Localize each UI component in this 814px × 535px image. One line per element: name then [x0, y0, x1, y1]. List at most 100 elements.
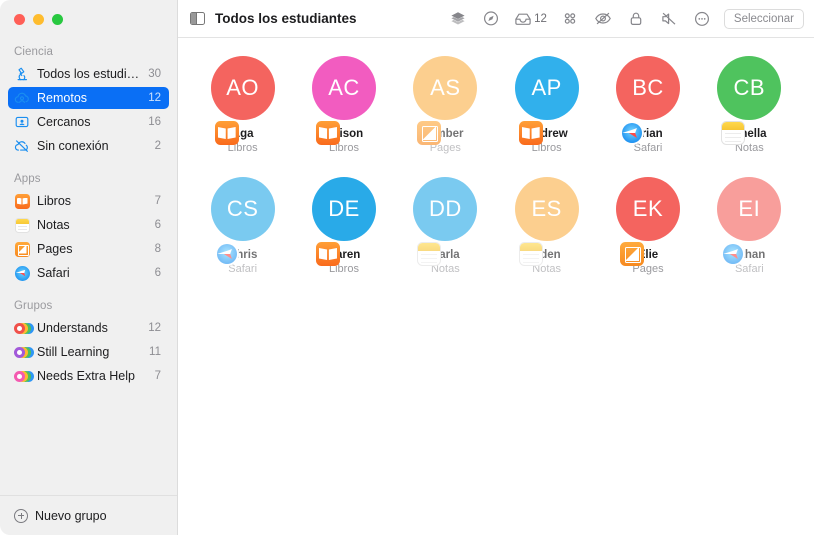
inbox-icon	[514, 10, 532, 28]
select-button[interactable]: Seleccionar	[723, 8, 804, 29]
sidebar-item-todos-los-estudiantes[interactable]: Todos los estudiantes 30	[8, 63, 169, 85]
students-scroll-area[interactable]: AO Aga Libros AC Allison Libros AS Amber Pages AP…	[178, 38, 814, 535]
sidebar-item-pages[interactable]: Pages 8	[8, 238, 169, 260]
sidebar-item-libros[interactable]: Libros 7	[8, 190, 169, 212]
cloud-slash-icon	[14, 138, 30, 154]
group-icon	[14, 368, 34, 384]
lock-button[interactable]	[624, 7, 648, 31]
sidebar-item-count: 12	[148, 322, 161, 334]
student-card[interactable]: CB Chella Notas	[699, 56, 800, 155]
student-card[interactable]: AC Allison Libros	[293, 56, 394, 155]
sidebar-item-label: Remotos	[37, 91, 88, 105]
plus-circle-icon	[14, 508, 28, 523]
avatar-initials: EK	[615, 177, 680, 241]
navigate-button[interactable]	[479, 7, 503, 31]
student-card[interactable]: CS Chris Safari	[192, 177, 293, 276]
sidebar-item-count: 12	[148, 92, 161, 104]
sidebar-item-label: Sin conexión	[37, 139, 109, 153]
hide-screen-icon	[594, 10, 612, 28]
sidebar-item-label: Libros	[37, 194, 72, 208]
sidebar-item-label: Todos los estudiantes	[37, 67, 141, 81]
sidebar-item-count: 2	[154, 140, 161, 152]
sidebar-item-count: 16	[148, 116, 161, 128]
microscope-icon	[14, 66, 30, 82]
cloud-person-icon	[14, 90, 30, 106]
toolbar: Todos los estudiantes 12 Seleccionar	[178, 0, 814, 38]
notes-app-icon	[14, 217, 30, 233]
sidebar-item-label: Understands	[37, 321, 108, 335]
sidebar-item-needs-extra-help[interactable]: Needs Extra Help 7	[8, 365, 169, 387]
student-card[interactable]: AP Andrew Libros	[496, 56, 597, 155]
notes-badge	[518, 242, 543, 266]
avatar-initials: AS	[413, 56, 478, 120]
avatar: EI	[717, 177, 782, 266]
pages-app-icon	[14, 241, 30, 257]
sidebar-section-header: Ciencia	[14, 46, 54, 58]
books-app-icon	[14, 193, 30, 209]
books-badge	[214, 121, 239, 145]
sidebar-item-count: 11	[149, 346, 161, 358]
safari-badge	[619, 121, 644, 145]
avatar: AS	[413, 56, 478, 145]
sidebar-item-remotos[interactable]: Remotos 12	[8, 87, 169, 109]
layers-button[interactable]	[446, 7, 470, 31]
sidebar-item-count: 7	[154, 195, 161, 207]
avatar: CS	[210, 177, 275, 266]
safari-badge	[214, 242, 239, 266]
avatar-initials: CS	[210, 177, 275, 241]
student-card[interactable]: BC Brian Safari	[597, 56, 698, 155]
student-card[interactable]: EI Ethan Safari	[699, 177, 800, 276]
new-group-button[interactable]: Nuevo grupo	[0, 495, 177, 535]
avatar-initials: AC	[311, 56, 376, 120]
sidebar-item-cercanos[interactable]: Cercanos 16	[8, 111, 169, 133]
sidebar-item-understands[interactable]: Understands 12	[8, 317, 169, 339]
avatar-initials: ES	[514, 177, 579, 241]
grid-apps-icon	[561, 10, 579, 28]
avatar-initials: AP	[514, 56, 579, 120]
more-button[interactable]	[690, 7, 714, 31]
sidebar-item-label: Needs Extra Help	[37, 369, 135, 383]
sidebar-item-still-learning[interactable]: Still Learning 11	[8, 341, 169, 363]
student-card[interactable]: AS Amber Pages	[395, 56, 496, 155]
zoom-button[interactable]	[52, 13, 63, 25]
sidebar-item-sin-conexión[interactable]: Sin conexión 2	[8, 135, 169, 157]
sidebar-item-notas[interactable]: Notas 6	[8, 214, 169, 236]
inbox-count: 12	[534, 12, 547, 25]
sidebar-toggle-icon[interactable]	[190, 12, 205, 25]
sidebar-item-label: Pages	[37, 242, 73, 256]
new-group-label: Nuevo grupo	[35, 508, 107, 523]
avatar-initials: DE	[311, 177, 376, 241]
student-card[interactable]: ES Eden Notas	[496, 177, 597, 276]
sidebar-item-label: Notas	[37, 218, 70, 232]
sidebar: Ciencia Todos los estudiantes 30 Remotos 12 C…	[0, 0, 178, 535]
student-app-label: Safari	[228, 263, 258, 275]
group-icon	[14, 320, 34, 336]
minimize-button[interactable]	[33, 13, 44, 25]
books-badge	[315, 121, 340, 145]
safari-app-icon	[14, 265, 30, 281]
student-app-label: Safari	[633, 142, 663, 154]
student-card[interactable]: AO Aga Libros	[192, 56, 293, 155]
avatar-initials: BC	[615, 56, 680, 120]
avatar: AC	[311, 56, 376, 145]
sidebar-item-count: 7	[154, 370, 161, 382]
student-card[interactable]: DE Daren Libros	[293, 177, 394, 276]
hide-screen-button[interactable]	[591, 7, 615, 31]
students-grid: AO Aga Libros AC Allison Libros AS Amber Pages AP…	[178, 56, 814, 276]
sidebar-scroll[interactable]: Ciencia Todos los estudiantes 30 Remotos 12 C…	[0, 38, 177, 495]
inbox-button[interactable]: 12	[512, 7, 549, 31]
close-button[interactable]	[14, 13, 25, 25]
avatar-initials: CB	[717, 56, 782, 120]
mute-button[interactable]	[657, 7, 681, 31]
page-title: Todos los estudiantes	[215, 11, 357, 26]
sidebar-item-safari[interactable]: Safari 6	[8, 262, 169, 284]
avatar: DD	[413, 177, 478, 266]
grid-apps-button[interactable]	[558, 7, 582, 31]
group-icon	[14, 344, 34, 360]
sidebar-section-header: Grupos	[14, 300, 53, 312]
avatar: CB	[717, 56, 782, 145]
student-card[interactable]: DD Darla Notas	[395, 177, 496, 276]
layers-icon	[449, 10, 467, 28]
app-window: Ciencia Todos los estudiantes 30 Remotos 12 C…	[0, 0, 814, 535]
student-card[interactable]: EK Elie Pages	[597, 177, 698, 276]
